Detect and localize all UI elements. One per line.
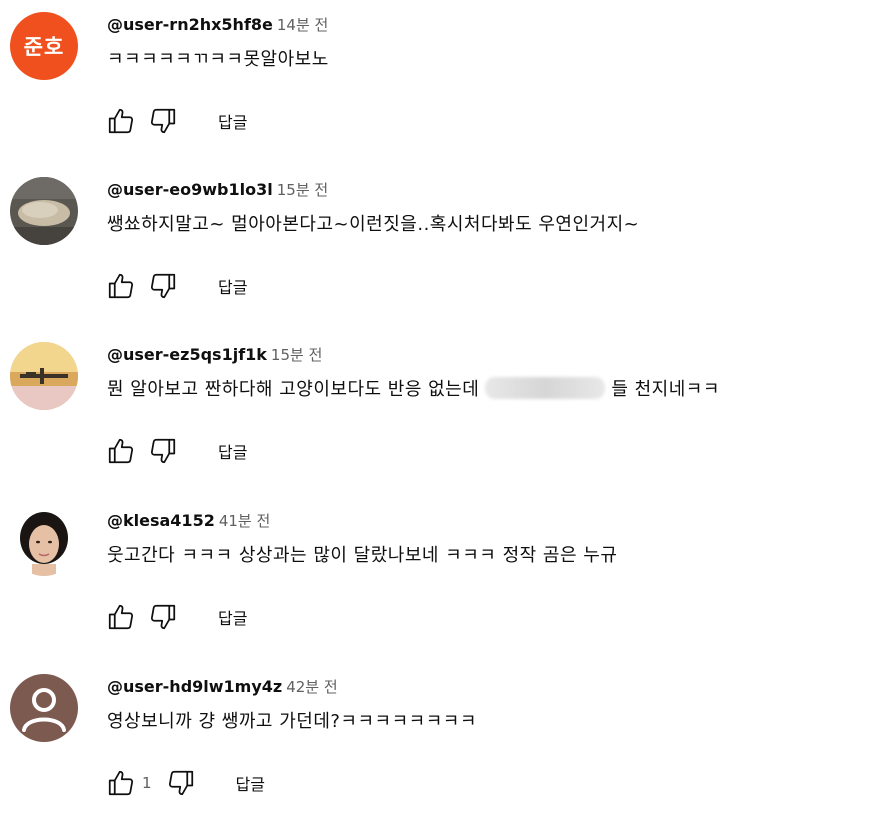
avatar-image	[10, 177, 78, 245]
thumbs-down-icon	[150, 438, 176, 464]
comment-item: @klesa4152 41분 전 웃고간다 ㅋㅋㅋ 상상과는 많이 달랐나보네 ㅋ…	[0, 508, 895, 648]
avatar[interactable]	[10, 177, 78, 245]
comment-actions: 답글	[104, 433, 247, 469]
dislike-button[interactable]	[146, 104, 180, 138]
comment-item: @user-eo9wb1lo3l 15분 전 쌩쑈하지말고~ 멀아아본다고~이런짓…	[0, 177, 895, 317]
comment-item: 준호 @user-rn2hx5hf8e 14분 전 ㅋㅋㅋㅋㅋㄲㅋㅋ못알아보노 답…	[0, 12, 895, 152]
author-handle[interactable]: @user-eo9wb1lo3l	[107, 180, 273, 199]
blurred-text	[485, 377, 606, 399]
reply-button[interactable]: 답글	[236, 771, 265, 795]
comment-actions: 1 답글	[104, 765, 265, 801]
thumbs-down-icon	[168, 770, 193, 796]
thumbs-up-icon	[108, 273, 134, 299]
thumbs-up-icon	[108, 108, 134, 134]
like-button[interactable]	[104, 766, 138, 800]
default-avatar-icon	[10, 674, 78, 742]
comment-text: ㅋㅋㅋㅋㅋㄲㅋㅋ못알아보노	[107, 49, 329, 70]
comment-text: 웃고간다 ㅋㅋㅋ 상상과는 많이 달랐나보네 ㅋㅋㅋ 정작 곰은 누규	[107, 545, 618, 566]
comment-item: @user-hd9lw1my4z 42분 전 영상보니까 걍 쌩까고 가던데?ㅋㅋ…	[0, 674, 895, 813]
reply-button[interactable]: 답글	[218, 439, 247, 463]
comment-actions: 답글	[104, 599, 247, 635]
author-handle[interactable]: @user-ez5qs1jf1k	[107, 345, 267, 364]
like-button[interactable]	[104, 269, 138, 303]
like-count: 1	[142, 774, 152, 792]
author-handle[interactable]: @klesa4152	[107, 511, 215, 530]
comment-text-part: 들 천지네ㅋㅋ	[611, 379, 720, 400]
avatar[interactable]	[10, 674, 78, 742]
comment-text: 쌩쑈하지말고~ 멀아아본다고~이런짓을..혹시처다봐도 우연인거지~	[107, 214, 640, 235]
thumbs-down-icon	[150, 604, 176, 630]
timestamp[interactable]: 42분 전	[286, 678, 337, 696]
comment-header: @klesa4152 41분 전	[107, 508, 270, 534]
avatar[interactable]	[10, 342, 78, 410]
avatar-image	[10, 342, 78, 410]
avatar[interactable]: 준호	[10, 12, 78, 80]
avatar[interactable]	[10, 508, 78, 576]
dislike-button[interactable]	[164, 766, 198, 800]
comment-header: @user-ez5qs1jf1k 15분 전	[107, 342, 322, 368]
thumbs-up-icon	[108, 604, 134, 630]
like-button[interactable]	[104, 600, 138, 634]
reply-button[interactable]: 답글	[218, 605, 247, 629]
avatar-image	[10, 508, 78, 576]
author-handle[interactable]: @user-rn2hx5hf8e	[107, 15, 273, 34]
timestamp[interactable]: 41분 전	[219, 512, 270, 530]
thumbs-up-icon	[108, 770, 134, 796]
dislike-button[interactable]	[146, 434, 180, 468]
reply-button[interactable]: 답글	[218, 274, 247, 298]
dislike-button[interactable]	[146, 269, 180, 303]
comment-header: @user-rn2hx5hf8e 14분 전	[107, 12, 328, 38]
comment-header: @user-eo9wb1lo3l 15분 전	[107, 177, 328, 203]
author-handle[interactable]: @user-hd9lw1my4z	[107, 677, 282, 696]
comment-text-part: 뭔 알아보고 짠하다해 고양이보다도 반응 없는데	[107, 379, 480, 400]
comment-text: 뭔 알아보고 짠하다해 고양이보다도 반응 없는데 들 천지네ㅋㅋ	[107, 376, 720, 404]
thumbs-down-icon	[150, 273, 176, 299]
comment-text: 영상보니까 걍 쌩까고 가던데?ㅋㅋㅋㅋㅋㅋㅋㅋ	[107, 711, 477, 732]
timestamp[interactable]: 14분 전	[277, 16, 328, 34]
like-button[interactable]	[104, 104, 138, 138]
thumbs-down-icon	[150, 108, 176, 134]
timestamp[interactable]: 15분 전	[271, 346, 322, 364]
dislike-button[interactable]	[146, 600, 180, 634]
thumbs-up-icon	[108, 438, 134, 464]
comment-actions: 답글	[104, 268, 247, 304]
timestamp[interactable]: 15분 전	[277, 181, 328, 199]
like-button[interactable]	[104, 434, 138, 468]
comment-item: @user-ez5qs1jf1k 15분 전 뭔 알아보고 짠하다해 고양이보다도…	[0, 342, 895, 482]
comment-header: @user-hd9lw1my4z 42분 전	[107, 674, 338, 700]
reply-button[interactable]: 답글	[218, 109, 247, 133]
comment-actions: 답글	[104, 103, 247, 139]
